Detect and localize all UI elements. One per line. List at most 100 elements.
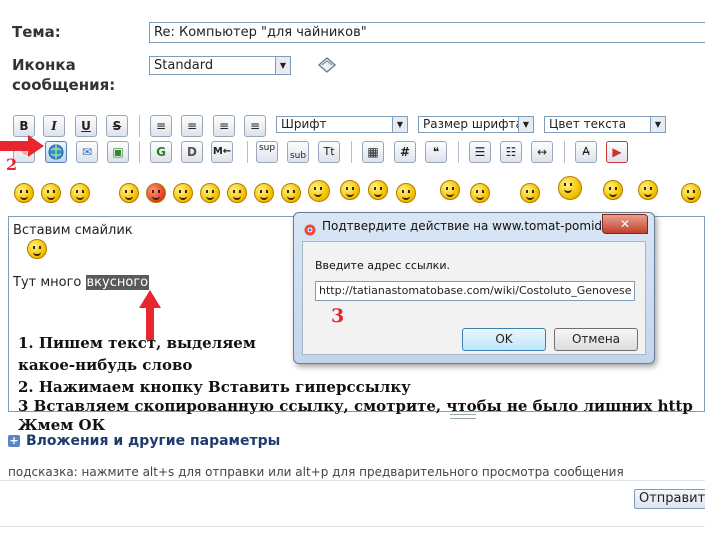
red-arrow-up-icon	[137, 290, 163, 344]
smiley-icon[interactable]	[41, 183, 61, 203]
switch-mode-icon: ▶	[612, 145, 622, 159]
expand-plus-icon[interactable]: +	[8, 435, 20, 447]
smiley-icon[interactable]	[254, 183, 274, 203]
smiley-icon[interactable]	[119, 183, 139, 203]
smiley-icon[interactable]	[638, 180, 658, 200]
smiley-icon[interactable]	[281, 183, 301, 203]
icon-label-line2: сообщения:	[12, 76, 116, 94]
underline-button[interactable]: U	[75, 115, 97, 137]
subject-input[interactable]: Re: Компьютер "для чайников"	[149, 22, 705, 43]
url-input[interactable]: http://tatianastomatobase.com/wiki/Costo…	[315, 281, 635, 301]
bullet-list-icon: ☰	[474, 145, 486, 159]
superscript-button[interactable]: sup	[256, 141, 278, 163]
bulleted-list-button[interactable]: ☰	[469, 141, 491, 163]
smiley-icon[interactable]	[14, 183, 34, 203]
smiley-icon[interactable]	[681, 183, 701, 203]
d-icon: D	[187, 145, 197, 159]
editor-line-1: Вставим смайлик	[13, 223, 133, 238]
insert-hyperlink-button[interactable]	[45, 141, 67, 163]
toolbar-divider	[564, 141, 565, 163]
smiley-icon[interactable]	[308, 180, 330, 202]
toolbar-divider	[139, 141, 140, 163]
subscript-button[interactable]: sub	[287, 141, 309, 163]
align-center-icon: ≡	[218, 119, 230, 133]
divider	[0, 480, 705, 481]
size-select[interactable]: Размер шрифта ▼	[418, 116, 534, 133]
d-button[interactable]: D	[181, 141, 203, 163]
horizontal-rule-button[interactable]: ↔	[531, 141, 553, 163]
chevron-down-icon: ▼	[275, 57, 290, 74]
keyboard-hint: подсказка: нажмите alt+s для отправки ил…	[8, 465, 624, 479]
smiley-icon[interactable]	[200, 183, 220, 203]
align-left-button[interactable]: ≡	[150, 115, 172, 137]
align-center-button[interactable]: ≡	[213, 115, 235, 137]
smiley-icon[interactable]	[70, 183, 90, 203]
insert-image-button[interactable]: ▣	[107, 141, 129, 163]
dialog-title: Подтвердите действие на www.tomat-pomido…	[322, 219, 636, 233]
editor-line-2-text: Тут много	[13, 275, 86, 290]
google-button[interactable]: G	[150, 141, 172, 163]
italic-button[interactable]: I	[43, 115, 65, 137]
subject-label: Тема:	[12, 23, 61, 41]
resize-arrows-icon: ↔	[536, 145, 548, 159]
attachments-link[interactable]: Вложения и другие параметры	[26, 433, 280, 449]
instruction-step2: 2. Нажимаем кнопку Вставить гиперссылку	[18, 378, 411, 396]
align-justify-button[interactable]: ≡	[181, 115, 203, 137]
indent-button[interactable]: M←	[211, 141, 233, 163]
icon-label: Иконка сообщения:	[12, 55, 115, 95]
align-right-button[interactable]: ≡	[244, 115, 266, 137]
smiley-icon[interactable]	[440, 180, 460, 200]
chevron-down-icon: ▼	[518, 117, 533, 132]
code-button[interactable]: #	[394, 141, 416, 163]
switch-mode-button[interactable]: ▶	[606, 141, 628, 163]
color-select-value: Цвет текста	[549, 117, 627, 131]
color-select[interactable]: Цвет текста ▼	[544, 116, 666, 133]
table-button[interactable]: ▦	[362, 141, 384, 163]
inserted-smiley-icon	[27, 239, 47, 259]
toolbar-divider	[351, 141, 352, 163]
smiley-icon[interactable]	[340, 180, 360, 200]
insert-email-button[interactable]: ✉	[76, 141, 98, 163]
remove-format-button[interactable]: A̶	[575, 141, 597, 163]
marker-2: 2	[6, 155, 18, 174]
remove-format-icon: A̶	[582, 145, 590, 158]
cool-smiley-icon[interactable]	[227, 183, 247, 203]
instruction-step4: Жмем ОК	[18, 416, 106, 434]
globe-link-icon	[48, 144, 64, 160]
marker-3: 3	[331, 305, 345, 327]
smiley-icon[interactable]	[173, 183, 193, 203]
align-right-icon: ≡	[249, 119, 261, 133]
numbered-list-button[interactable]: ☷	[500, 141, 522, 163]
numbered-list-icon: ☷	[505, 145, 517, 159]
close-icon: ✕	[619, 217, 631, 231]
strike-button[interactable]: S	[106, 115, 128, 137]
icon-select[interactable]: Standard ▼	[149, 56, 291, 75]
typewriter-button[interactable]: Tt	[318, 141, 340, 163]
size-select-value: Размер шрифта	[423, 117, 523, 131]
font-select-value: Шрифт	[281, 117, 327, 131]
submit-button[interactable]: Отправить	[634, 489, 705, 509]
message-icon-preview	[316, 56, 337, 76]
chevron-down-icon: ▼	[650, 117, 665, 132]
dialog-close-button[interactable]: ✕	[602, 214, 648, 234]
smiley-icon[interactable]	[603, 180, 623, 200]
smiley-icon[interactable]	[396, 183, 416, 203]
font-select[interactable]: Шрифт ▼	[276, 116, 408, 133]
toolbar-divider	[458, 141, 459, 163]
smiley-icon[interactable]	[368, 180, 388, 200]
google-icon: G	[156, 145, 166, 159]
instruction-step3: 3 Вставляем скопированную ссылку, смотри…	[18, 397, 693, 415]
align-justify-icon: ≡	[186, 119, 198, 133]
ok-button[interactable]: OK	[462, 328, 546, 351]
smiley-icon[interactable]	[558, 176, 582, 200]
smiley-icon[interactable]	[520, 183, 540, 203]
smiley-icon[interactable]	[470, 183, 490, 203]
quote-button[interactable]: ❝	[425, 141, 447, 163]
quote-icon: ❝	[432, 145, 440, 159]
toolbar-divider	[247, 141, 248, 163]
dialog-prompt: Введите адрес ссылки.	[315, 259, 450, 272]
align-left-icon: ≡	[155, 119, 167, 133]
cancel-button[interactable]: Отмена	[554, 328, 638, 351]
confirm-dialog: Подтвердите действие на www.tomat-pomido…	[293, 212, 655, 364]
angry-smiley-icon[interactable]	[146, 183, 166, 203]
